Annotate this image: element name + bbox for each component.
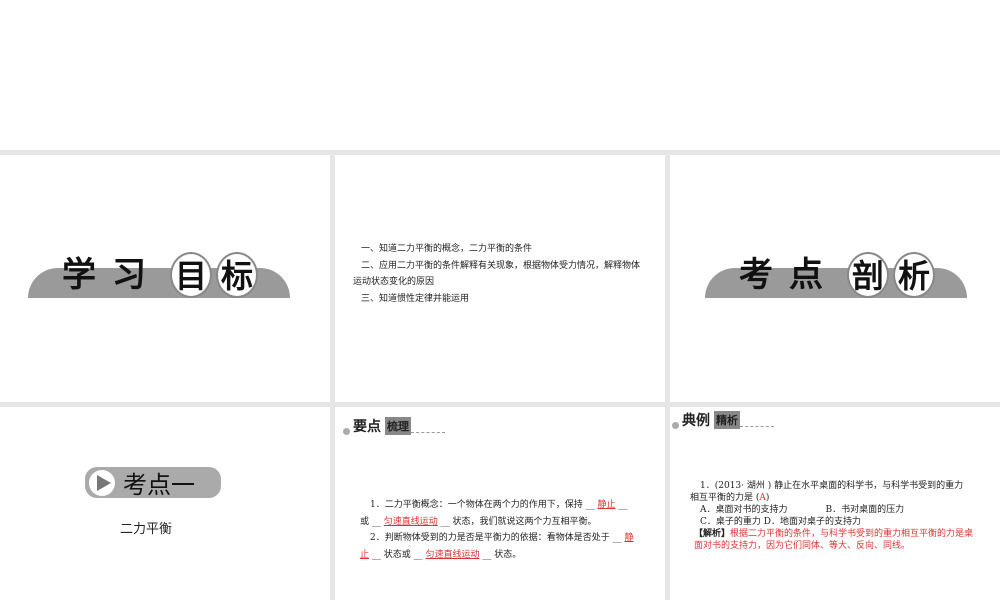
topic-subtitle: 二力平衡 bbox=[120, 522, 173, 537]
topic-badge: 考点一 bbox=[85, 467, 221, 499]
text-segment: 【解析】 bbox=[694, 529, 731, 539]
goal-line: 三、知道惯性定律并能运用 bbox=[361, 293, 470, 304]
banner-char: 点 bbox=[789, 255, 823, 295]
key-points-header: 要点 梳理 bbox=[343, 416, 445, 436]
text-segment: __ 状态，我们就说这两个力互相平衡。 bbox=[437, 516, 597, 527]
text-segment: __ 状态。 bbox=[479, 549, 522, 560]
play-icon bbox=[89, 469, 115, 496]
learning-goals-banner: 学 习 目 标 bbox=[28, 250, 290, 298]
goal-line: 二、应用二力平衡的条件解释有关现象，根据物体受力情况，解释物体 bbox=[361, 260, 641, 271]
slide-thumbnail-4[interactable] bbox=[0, 407, 330, 600]
example-text: 1．(2013· 湖州 ) 静止在水平桌面的科学书，与科学书受到的重力 相互平衡… bbox=[690, 480, 980, 552]
key-points-text: 1．二力平衡概念：一个物体在两个力的作用下，保持 __ 静止 __ 或 __ 匀… bbox=[360, 497, 650, 563]
text-segment: A．桌面对书的支持力 bbox=[700, 505, 788, 515]
example-header: 典例 精析 bbox=[672, 410, 774, 430]
goal-line: 运动状态变化的原因 bbox=[353, 277, 435, 287]
text-segment: B．书对桌面的压力 bbox=[825, 505, 905, 515]
text-segment: 1．二力平衡概念：一个物体在两个力的作用下，保持 __ bbox=[370, 500, 598, 510]
text-segment: ) bbox=[765, 493, 770, 503]
header-box: 梳理 bbox=[385, 417, 411, 435]
text-segment: 根据二力平衡的条件，与科学书受到的重力相互平衡的力是桌面对书的支持力，因为它们同… bbox=[694, 529, 974, 551]
text-segment: 静止 bbox=[597, 500, 616, 510]
header-text: 要点 bbox=[353, 419, 381, 435]
text-segment: 匀速直线运动 bbox=[425, 549, 480, 560]
text-segment: __ bbox=[615, 500, 628, 510]
exam-analysis-banner: 考 点 剖 析 bbox=[705, 250, 967, 298]
banner-char: 习 bbox=[112, 255, 146, 295]
blank-area bbox=[0, 0, 1000, 150]
text-segment: 1．(2013· 湖州 ) 静止在水平桌面的科学书，与科学书受到的重力 bbox=[700, 481, 964, 491]
header-text: 典例 bbox=[682, 413, 710, 429]
text-segment: 或 __ bbox=[360, 516, 384, 527]
text-segment: 静 bbox=[624, 533, 634, 543]
text-segment: 2．判断物体受到的力是否是平衡力的依据：看物体是否处于 __ bbox=[370, 533, 625, 543]
banner-char: 目 bbox=[170, 252, 212, 298]
text-segment: __ 状态或 __ bbox=[369, 549, 426, 560]
text-segment: 匀速直线运动 bbox=[383, 516, 438, 527]
text-segment: C．桌子的重力 D．地面对桌子的支持力 bbox=[700, 517, 861, 527]
banner-char: 析 bbox=[893, 252, 935, 298]
banner-char: 标 bbox=[216, 252, 258, 298]
text-segment: 止 bbox=[360, 549, 370, 560]
banner-char: 考 bbox=[739, 255, 773, 295]
goal-line: 一、知道二力平衡的概念，二力平衡的条件 bbox=[361, 244, 533, 254]
banner-char: 剖 bbox=[847, 252, 889, 298]
badge-text: 考点一 bbox=[123, 471, 195, 499]
banner-char: 学 bbox=[62, 255, 96, 295]
slide-thumbnail-2[interactable]: 一、知道二力平衡的概念，二力平衡的条件 二、应用二力平衡的条件解释有关现象，根据… bbox=[335, 155, 665, 402]
text-segment: 相互平衡的力是 ( bbox=[690, 493, 760, 503]
header-box: 精析 bbox=[714, 411, 740, 429]
